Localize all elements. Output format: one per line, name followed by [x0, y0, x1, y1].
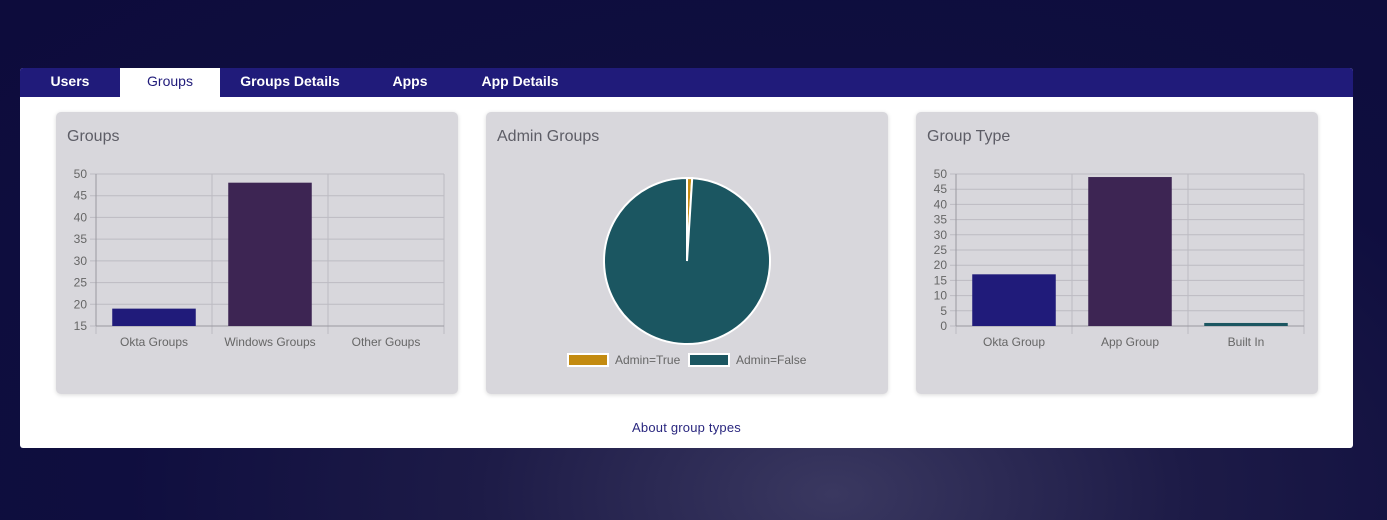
y-tick-label: 40	[934, 197, 948, 211]
y-tick-label: 45	[934, 182, 948, 196]
y-tick-label: 0	[940, 319, 947, 333]
y-tick-label: 40	[74, 210, 88, 224]
tab-users[interactable]: Users	[20, 68, 120, 97]
dashboard-panel: Users Groups Groups Details Apps App Det…	[20, 68, 1353, 448]
y-tick-label: 5	[940, 304, 947, 318]
legend-swatch	[688, 353, 730, 367]
legend-label: Admin=True	[615, 353, 681, 367]
bar	[1204, 322, 1288, 326]
y-tick-label: 30	[74, 254, 88, 268]
tab-app-details[interactable]: App Details	[460, 68, 580, 97]
x-tick-label: Okta Group	[983, 335, 1045, 349]
y-tick-label: 35	[74, 232, 88, 246]
y-tick-label: 10	[934, 289, 948, 303]
y-tick-label: 30	[934, 228, 948, 242]
tab-bar: Users Groups Groups Details Apps App Det…	[20, 68, 1353, 97]
x-tick-label: App Group	[1101, 335, 1159, 349]
bar	[112, 308, 196, 326]
y-tick-label: 25	[934, 243, 948, 257]
groups-bar-chart: 15 20 25 30 35 40 45 50 Okta Groups Windows Group…	[74, 167, 445, 349]
tab-groups[interactable]: Groups	[120, 68, 220, 97]
group-type-card: Group Type 0 5 10 15 20 25 30 35 40 45 50 Okta Grou…	[916, 112, 1318, 394]
y-tick-label: 20	[74, 297, 88, 311]
admin-groups-pie-chart: Admin=True Admin=False	[567, 176, 807, 367]
y-tick-label: 20	[934, 258, 948, 272]
x-tick-label: Built In	[1228, 335, 1265, 349]
y-tick-label: 25	[74, 276, 88, 290]
x-tick-label: Windows Groups	[224, 335, 315, 349]
tab-groups-details[interactable]: Groups Details	[220, 68, 360, 97]
y-tick-label: 50	[74, 167, 88, 181]
y-tick-label: 45	[74, 189, 88, 203]
x-tick-label: Okta Groups	[120, 335, 188, 349]
y-tick-label: 35	[934, 213, 948, 227]
y-tick-label: 50	[934, 167, 948, 181]
legend-label: Admin=False	[736, 353, 807, 367]
bar	[972, 274, 1056, 326]
about-group-types-link[interactable]: About group types	[20, 420, 1353, 435]
admin-groups-card: Admin Groups Admin=True Admin=False	[486, 112, 888, 394]
y-tick-label: 15	[74, 319, 88, 333]
bar	[1088, 177, 1172, 326]
x-tick-label: Other Goups	[352, 335, 421, 349]
group-type-bar-chart: 0510 1520253035 404550 Okta Group App Group B…	[934, 167, 1305, 349]
legend-swatch	[567, 353, 609, 367]
tab-apps[interactable]: Apps	[360, 68, 460, 97]
bar	[228, 182, 312, 326]
y-tick-label: 15	[934, 273, 948, 287]
groups-card: Groups 15 20 25 30 35 40 45 50 Okta Groups Window…	[56, 112, 458, 394]
pie-slice	[603, 176, 771, 345]
